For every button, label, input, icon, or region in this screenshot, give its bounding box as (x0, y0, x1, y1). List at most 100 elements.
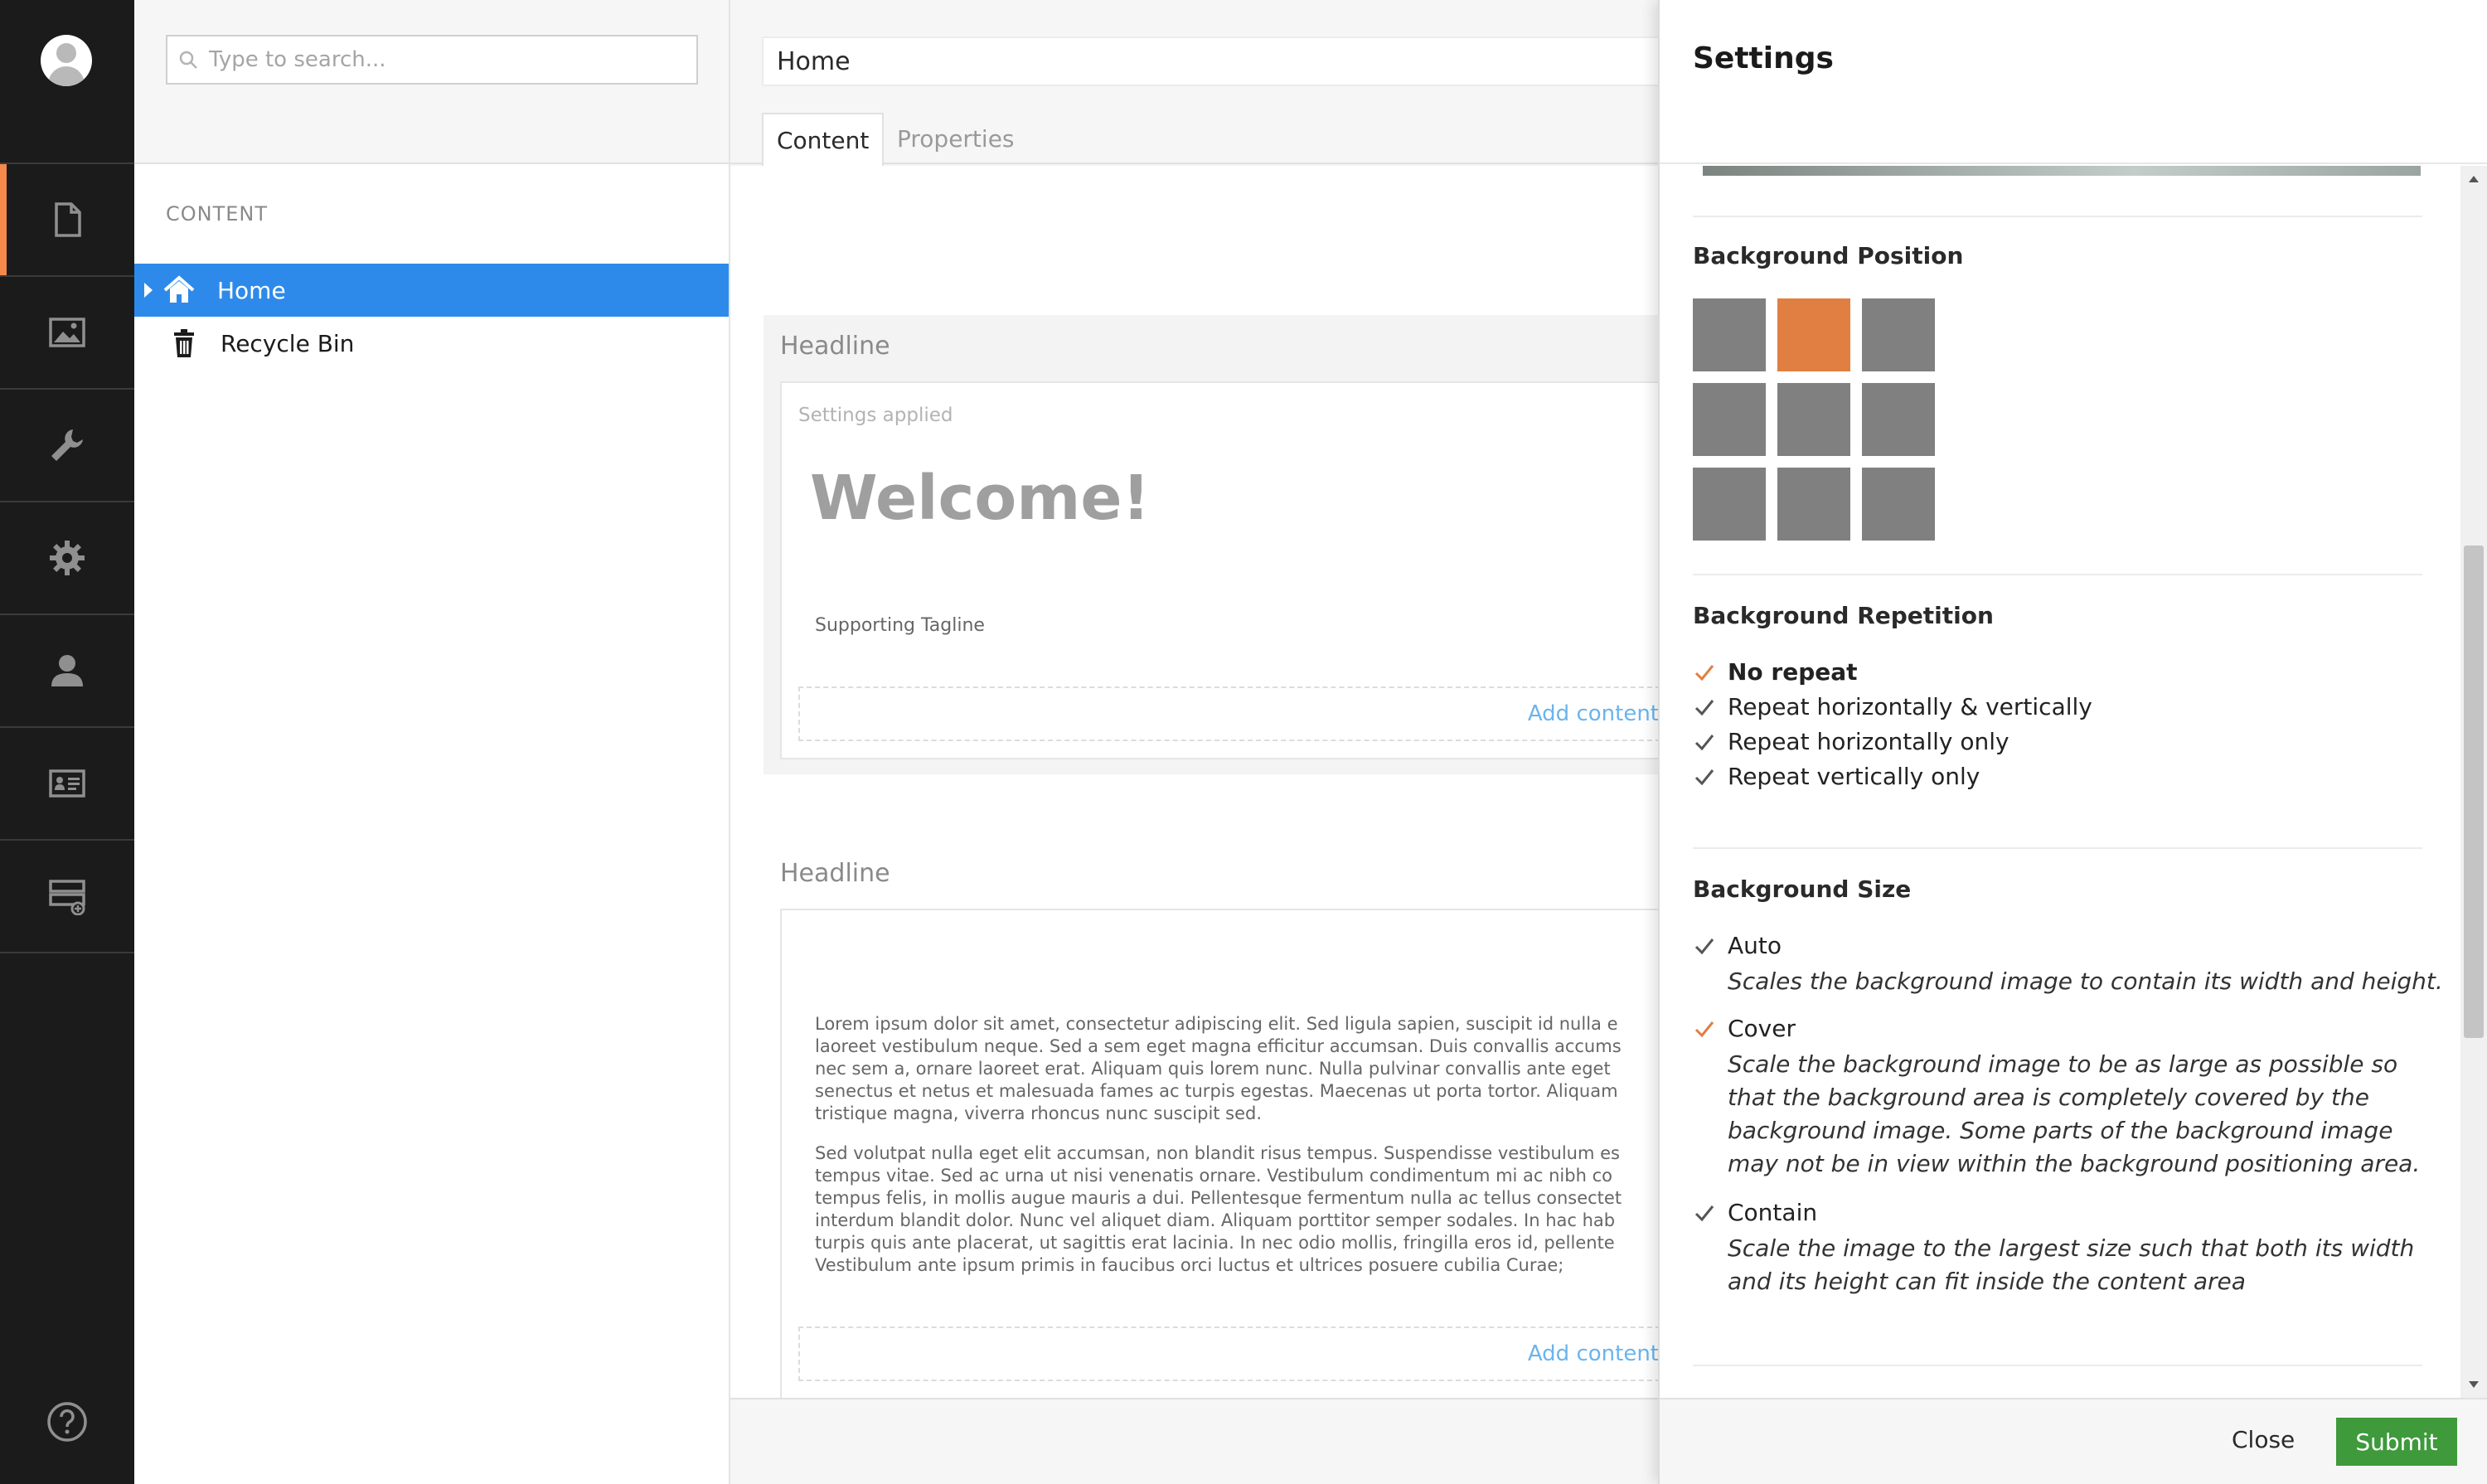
section-members[interactable] (0, 728, 134, 841)
expand-caret-icon[interactable] (144, 283, 153, 298)
submit-button[interactable]: Submit (2336, 1418, 2457, 1466)
check-icon (1694, 734, 1714, 750)
repeat-option-horizontal[interactable]: Repeat horizontally only (1693, 728, 2009, 755)
text-line: senectus et netus et malesuada fames ac … (815, 1081, 1618, 1101)
paragraph-1: Lorem ipsum dolor sit amet, consectetur … (815, 1013, 1652, 1125)
divider (1693, 216, 2422, 217)
search-input[interactable] (209, 47, 673, 72)
size-option-cover-description: Scale the background image to be as larg… (1728, 1050, 2421, 1177)
member-card-icon (49, 769, 85, 798)
section-content[interactable] (0, 164, 134, 277)
position-bottom-left[interactable] (1693, 468, 1766, 541)
tab-content[interactable]: Content (762, 113, 885, 166)
tree-section-title: CONTENT (166, 202, 269, 226)
search-bar (134, 0, 729, 164)
text-line: turpis quis ante placerat, ut sagittis e… (815, 1233, 1615, 1253)
check-icon (1694, 938, 1714, 954)
node-name-field[interactable]: Home (762, 36, 1658, 86)
section-settings[interactable] (0, 390, 134, 502)
forms-icon (49, 880, 85, 915)
divider (1693, 574, 2422, 575)
wrench-icon (51, 429, 83, 461)
option-label: Cover (1728, 1015, 1796, 1042)
trash-icon (174, 329, 194, 357)
settings-scrollbar[interactable] (2460, 166, 2487, 1398)
settings-footer: Close Submit (1660, 1398, 2487, 1484)
position-center-right[interactable] (1862, 383, 1935, 456)
section-forms[interactable] (0, 841, 134, 953)
search-box[interactable] (166, 35, 698, 85)
size-option-auto-description: Scales the background image to contain i… (1728, 968, 2443, 995)
section-media[interactable] (0, 277, 134, 390)
media-icon (49, 318, 85, 347)
tree-node-home[interactable]: Home (134, 264, 729, 317)
avatar-head (56, 43, 76, 63)
background-position-grid (1693, 298, 1937, 542)
position-center-left[interactable] (1693, 383, 1766, 456)
content-icon (55, 202, 81, 237)
text-line: tempus vitae. Sed ac urna ut nisi venena… (815, 1166, 1612, 1186)
help-icon[interactable] (46, 1401, 88, 1443)
repeat-option-no-repeat[interactable]: No repeat (1693, 658, 1858, 686)
editor-canvas: Headline Settings applied Welcome! Suppo… (730, 166, 1658, 1439)
editor-footer (730, 1398, 1658, 1484)
tree-node-recycle-bin[interactable]: Recycle Bin (134, 317, 729, 370)
repeat-option-both[interactable]: Repeat horizontally & vertically (1693, 693, 2092, 720)
size-option-contain-description: Scale the image to the largest size such… (1728, 1234, 2415, 1295)
size-option-contain[interactable]: Contain (1693, 1199, 1817, 1226)
section-users[interactable] (0, 615, 134, 728)
editor-header: Home Content Properties (730, 0, 1658, 166)
add-content-link[interactable]: Add content (1528, 1341, 1658, 1366)
option-label: Repeat horizontally & vertically (1728, 693, 2092, 720)
size-option-cover[interactable]: Cover (1693, 1015, 1796, 1042)
text-line: Lorem ipsum dolor sit amet, consectetur … (815, 1014, 1618, 1034)
background-position-label: Background Position (1693, 242, 1964, 269)
position-bottom-center[interactable] (1777, 468, 1850, 541)
block-card[interactable]: Settings applied Welcome! Supporting Tag… (780, 381, 1658, 759)
settings-applied-label: Settings applied (798, 405, 953, 426)
close-button[interactable]: Close (2232, 1426, 2295, 1453)
home-icon (163, 275, 195, 303)
check-icon (1694, 1021, 1714, 1037)
grid-block-text: Headline Lorem ipsum dolor sit amet, con… (764, 842, 1658, 1439)
add-content-area[interactable]: Add content (798, 686, 1658, 741)
scroll-up-arrow-icon[interactable] (2469, 176, 2479, 182)
position-bottom-right[interactable] (1862, 468, 1935, 541)
scrollbar-thumb[interactable] (2464, 546, 2484, 1038)
paragraph-2: Sed volutpat nulla eget elit accumsan, n… (815, 1142, 1652, 1277)
size-option-auto[interactable]: Auto (1693, 932, 1782, 959)
position-top-right[interactable] (1862, 298, 1935, 371)
search-icon (179, 51, 197, 69)
add-content-link[interactable]: Add content (1528, 701, 1658, 726)
text-line: tristique magna, viverra rhoncus nunc su… (815, 1103, 1263, 1123)
tab-properties[interactable]: Properties (884, 113, 1028, 164)
divider (1693, 847, 2422, 849)
content-tree-panel: CONTENT Home Recycle Bin (134, 0, 730, 1484)
settings-header: Settings (1660, 0, 2487, 164)
option-label: Repeat vertically only (1728, 763, 1980, 790)
settings-scroll-area[interactable]: Background Position Background Repetitio… (1660, 166, 2487, 1398)
position-center[interactable] (1777, 383, 1850, 456)
text-line: nec sem a, ornare laoreet erat. Aliquam … (815, 1059, 1611, 1079)
position-top-center[interactable] (1777, 298, 1850, 371)
block-card[interactable]: Lorem ipsum dolor sit amet, consectetur … (780, 909, 1658, 1439)
check-icon (1694, 1205, 1714, 1221)
background-size-label: Background Size (1693, 875, 1912, 903)
text-line: Vestibulum ante ipsum primis in faucibus… (815, 1255, 1564, 1275)
grid-block-headline: Headline Settings applied Welcome! Suppo… (764, 315, 1658, 774)
gear-icon (50, 541, 85, 575)
section-developer[interactable] (0, 502, 134, 615)
settings-overlay: Settings Background Position Background … (1658, 0, 2487, 1484)
option-label: Repeat horizontally only (1728, 728, 2009, 755)
background-repetition-label: Background Repetition (1693, 602, 1994, 629)
check-icon (1694, 769, 1714, 785)
scroll-down-arrow-icon[interactable] (2469, 1381, 2479, 1388)
repeat-option-vertical[interactable]: Repeat vertically only (1693, 763, 1980, 790)
add-content-area[interactable]: Add content (798, 1326, 1658, 1381)
user-avatar[interactable] (41, 35, 92, 86)
settings-title: Settings (1693, 41, 1834, 75)
check-icon (1694, 664, 1714, 681)
position-top-left[interactable] (1693, 298, 1766, 371)
main-navigation-rail (0, 0, 134, 1484)
text-line: Sed volutpat nulla eget elit accumsan, n… (815, 1143, 1620, 1163)
